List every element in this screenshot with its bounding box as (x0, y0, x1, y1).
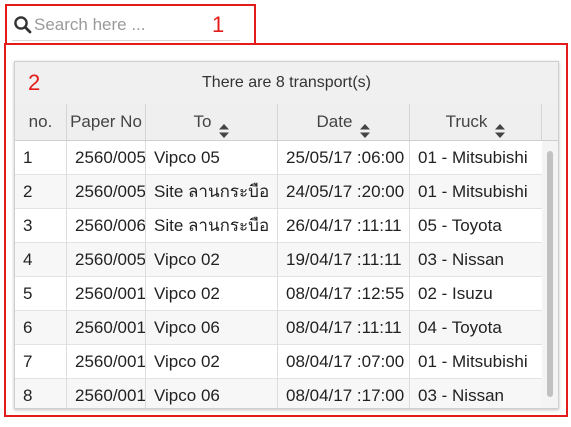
cell-col-to: Vipco 06 (146, 311, 278, 345)
cell-col-date: 08/04/17 :11:11 (278, 311, 410, 345)
cell-col-truck: 01 - Mitsubishi (418, 182, 528, 201)
cell-col-to: Site ลานกระบือ (146, 175, 278, 209)
cell-col-truck: 03 - Nissan (418, 386, 504, 405)
cell-col-paper-no: 2560/005 (67, 175, 146, 209)
header-col-no: no. (15, 104, 67, 140)
header-col-paper-no: Paper No (67, 104, 146, 140)
cell-col-to: Site ลานกระบือ (146, 209, 278, 243)
cell-col-to: Vipco 06 (146, 379, 278, 408)
table-row[interactable]: 1 2560/005 Vipco 05 25/05/17 :06:00 01 - Mit… (15, 141, 542, 175)
cell-col-date: 08/04/17 :07:00 (278, 345, 410, 379)
header-label: To (193, 112, 212, 131)
cell-col-no: 1 (15, 141, 67, 175)
sort-icon[interactable] (360, 115, 371, 138)
table-row[interactable]: 2 2560/005 Site ลานกระบือ 24/05/17 :20:00 01… (15, 175, 542, 209)
table-header: no. Paper No To Date Truck (15, 104, 558, 141)
sort-icon[interactable] (219, 115, 230, 138)
header-label: Date (316, 112, 353, 131)
cell-col-date: 25/05/17 :06:00 (278, 141, 410, 175)
cell-col-truck: 04 - Toyota (418, 318, 502, 337)
header-label: Paper No (70, 112, 142, 131)
cell-col-paper-no: 2560/001 (67, 277, 146, 311)
cell-col-no: 4 (15, 243, 67, 277)
transport-table: There are 8 transport(s) no. Paper No To Da… (14, 61, 559, 409)
header-col-truck[interactable]: Truck (410, 104, 542, 140)
cell-col-to: Vipco 05 (146, 141, 278, 175)
header-label: Truck (445, 112, 488, 131)
cell-col-to: Vipco 02 (146, 243, 278, 277)
cell-col-no: 6 (15, 311, 67, 345)
header-label: no. (28, 112, 53, 131)
sort-icon[interactable] (495, 115, 506, 138)
search-icon (13, 15, 33, 35)
cell-col-no: 8 (15, 379, 67, 408)
cell-col-no: 3 (15, 209, 67, 243)
vertical-scrollbar[interactable] (542, 141, 558, 408)
cell-col-truck: 01 - Mitsubishi (418, 352, 528, 371)
table-caption: There are 8 transport(s) (15, 62, 558, 105)
cell-col-date: 26/04/17 :11:11 (278, 209, 410, 243)
cell-col-to: Vipco 02 (146, 277, 278, 311)
search-input[interactable] (34, 12, 234, 38)
table-row[interactable]: 3 2560/006 Site ลานกระบือ 26/04/17 :11:11 05… (15, 209, 542, 243)
cell-col-date: 08/04/17 :17:00 (278, 379, 410, 408)
cell-col-truck: 02 - Isuzu (418, 284, 493, 303)
cell-col-paper-no: 2560/001 (67, 311, 146, 345)
cell-col-truck: 01 - Mitsubishi (418, 148, 528, 167)
cell-col-paper-no: 2560/006 (67, 209, 146, 243)
cell-col-paper-no: 2560/005 (67, 243, 146, 277)
cell-col-no: 7 (15, 345, 67, 379)
cell-col-no: 2 (15, 175, 67, 209)
cell-col-date: 19/04/17 :11:11 (278, 243, 410, 277)
cell-col-to: Vipco 02 (146, 345, 278, 379)
cell-col-truck: 05 - Toyota (418, 216, 502, 235)
annotation-label-2: 2 (28, 70, 41, 95)
table-row[interactable]: 7 2560/001 Vipco 02 08/04/17 :07:00 01 - Mit… (15, 345, 542, 379)
header-col-to[interactable]: To (146, 104, 278, 140)
table-row[interactable]: 4 2560/005 Vipco 02 19/04/17 :11:11 03 - Nis… (15, 243, 542, 277)
table-row[interactable]: 6 2560/001 Vipco 06 08/04/17 :11:11 04 - Toy… (15, 311, 542, 345)
cell-col-date: 08/04/17 :12:55 (278, 277, 410, 311)
search-bar (12, 12, 240, 41)
cell-col-paper-no: 2560/001 (67, 345, 146, 379)
cell-col-paper-no: 2560/001 (67, 379, 146, 408)
cell-col-truck: 03 - Nissan (418, 250, 504, 269)
cell-col-date: 24/05/17 :20:00 (278, 175, 410, 209)
table-body: 1 2560/005 Vipco 05 25/05/17 :06:00 01 - Mit… (15, 141, 542, 408)
table-row[interactable]: 8 2560/001 Vipco 06 08/04/17 :17:00 03 - Nis… (15, 379, 542, 408)
scrollbar-thumb[interactable] (547, 151, 553, 397)
header-col-date[interactable]: Date (278, 104, 410, 140)
cell-col-no: 5 (15, 277, 67, 311)
cell-col-paper-no: 2560/005 (67, 141, 146, 175)
table-row[interactable]: 5 2560/001 Vipco 02 08/04/17 :12:55 02 - Isu… (15, 277, 542, 311)
